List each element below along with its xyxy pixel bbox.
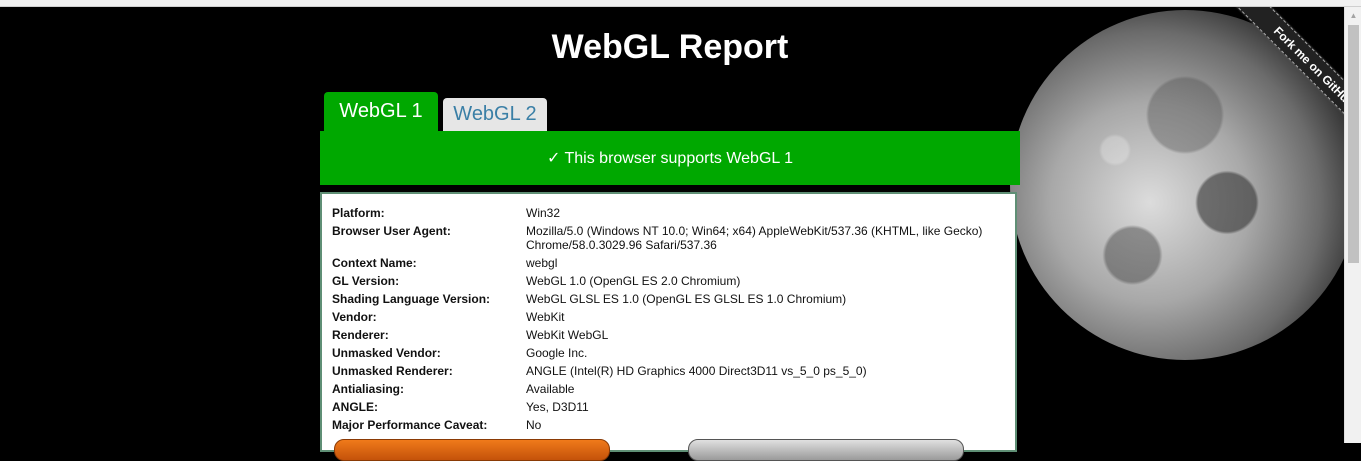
scrollbar-thumb[interactable] — [1348, 25, 1359, 263]
report-value: WebGL GLSL ES 1.0 (OpenGL ES GLSL ES 1.0… — [526, 292, 847, 306]
support-message: ✓ This browser supports WebGL 1 — [546, 150, 794, 167]
report-label: ANGLE: — [332, 400, 378, 414]
report-value: WebKit WebGL — [526, 328, 609, 342]
page-title: WebGL Report — [551, 28, 789, 66]
github-ribbon-container: Fork me on GitHub — [1204, 7, 1344, 147]
report-label: Vendor: — [332, 310, 377, 324]
report-label: Platform: — [332, 206, 385, 220]
report-value: WebGL 1.0 (OpenGL ES 2.0 Chromium) — [526, 274, 741, 288]
report-label: Unmasked Renderer: — [332, 364, 453, 378]
report-label: Antialiasing: — [332, 382, 405, 396]
report-label: Browser User Agent: — [332, 224, 451, 238]
report-value: Yes, D3D11 — [526, 400, 589, 414]
report-value: webgl — [526, 256, 558, 270]
tab-webgl-2[interactable]: WebGL 2 — [443, 98, 547, 131]
report-label: Unmasked Vendor: — [332, 346, 441, 360]
report-value: Mozilla/5.0 (Windows NT 10.0; Win64; x64… — [526, 224, 983, 252]
report-label: Context Name: — [332, 256, 417, 270]
report-label: Shading Language Version: — [332, 292, 491, 306]
report-value: Google Inc. — [526, 346, 588, 360]
orange-action-button[interactable] — [334, 439, 610, 461]
fork-on-github-ribbon[interactable]: Fork me on GitHub — [1234, 7, 1344, 147]
browser-top-edge — [0, 0, 1361, 7]
tab-webgl-1[interactable]: WebGL 1 — [324, 92, 438, 132]
support-status-banner: ✓ This browser supports WebGL 1 — [320, 131, 1020, 185]
report-label: Renderer: — [332, 328, 389, 342]
vertical-scrollbar[interactable]: ▲ — [1344, 7, 1361, 443]
report-value: ANGLE (Intel(R) HD Graphics 4000 Direct3… — [526, 364, 867, 378]
report-value: Available — [526, 382, 575, 396]
report-panel: Platform: Win32 Browser User Agent: Mozi… — [320, 192, 1017, 461]
report-value: WebKit — [526, 310, 565, 324]
scroll-up-arrow-icon[interactable]: ▲ — [1345, 7, 1361, 24]
gray-action-button[interactable] — [688, 439, 964, 461]
report-label: GL Version: — [332, 274, 400, 288]
report-value: No — [526, 418, 542, 432]
report-value: Win32 — [526, 206, 561, 220]
report-label: Major Performance Caveat: — [332, 418, 488, 432]
